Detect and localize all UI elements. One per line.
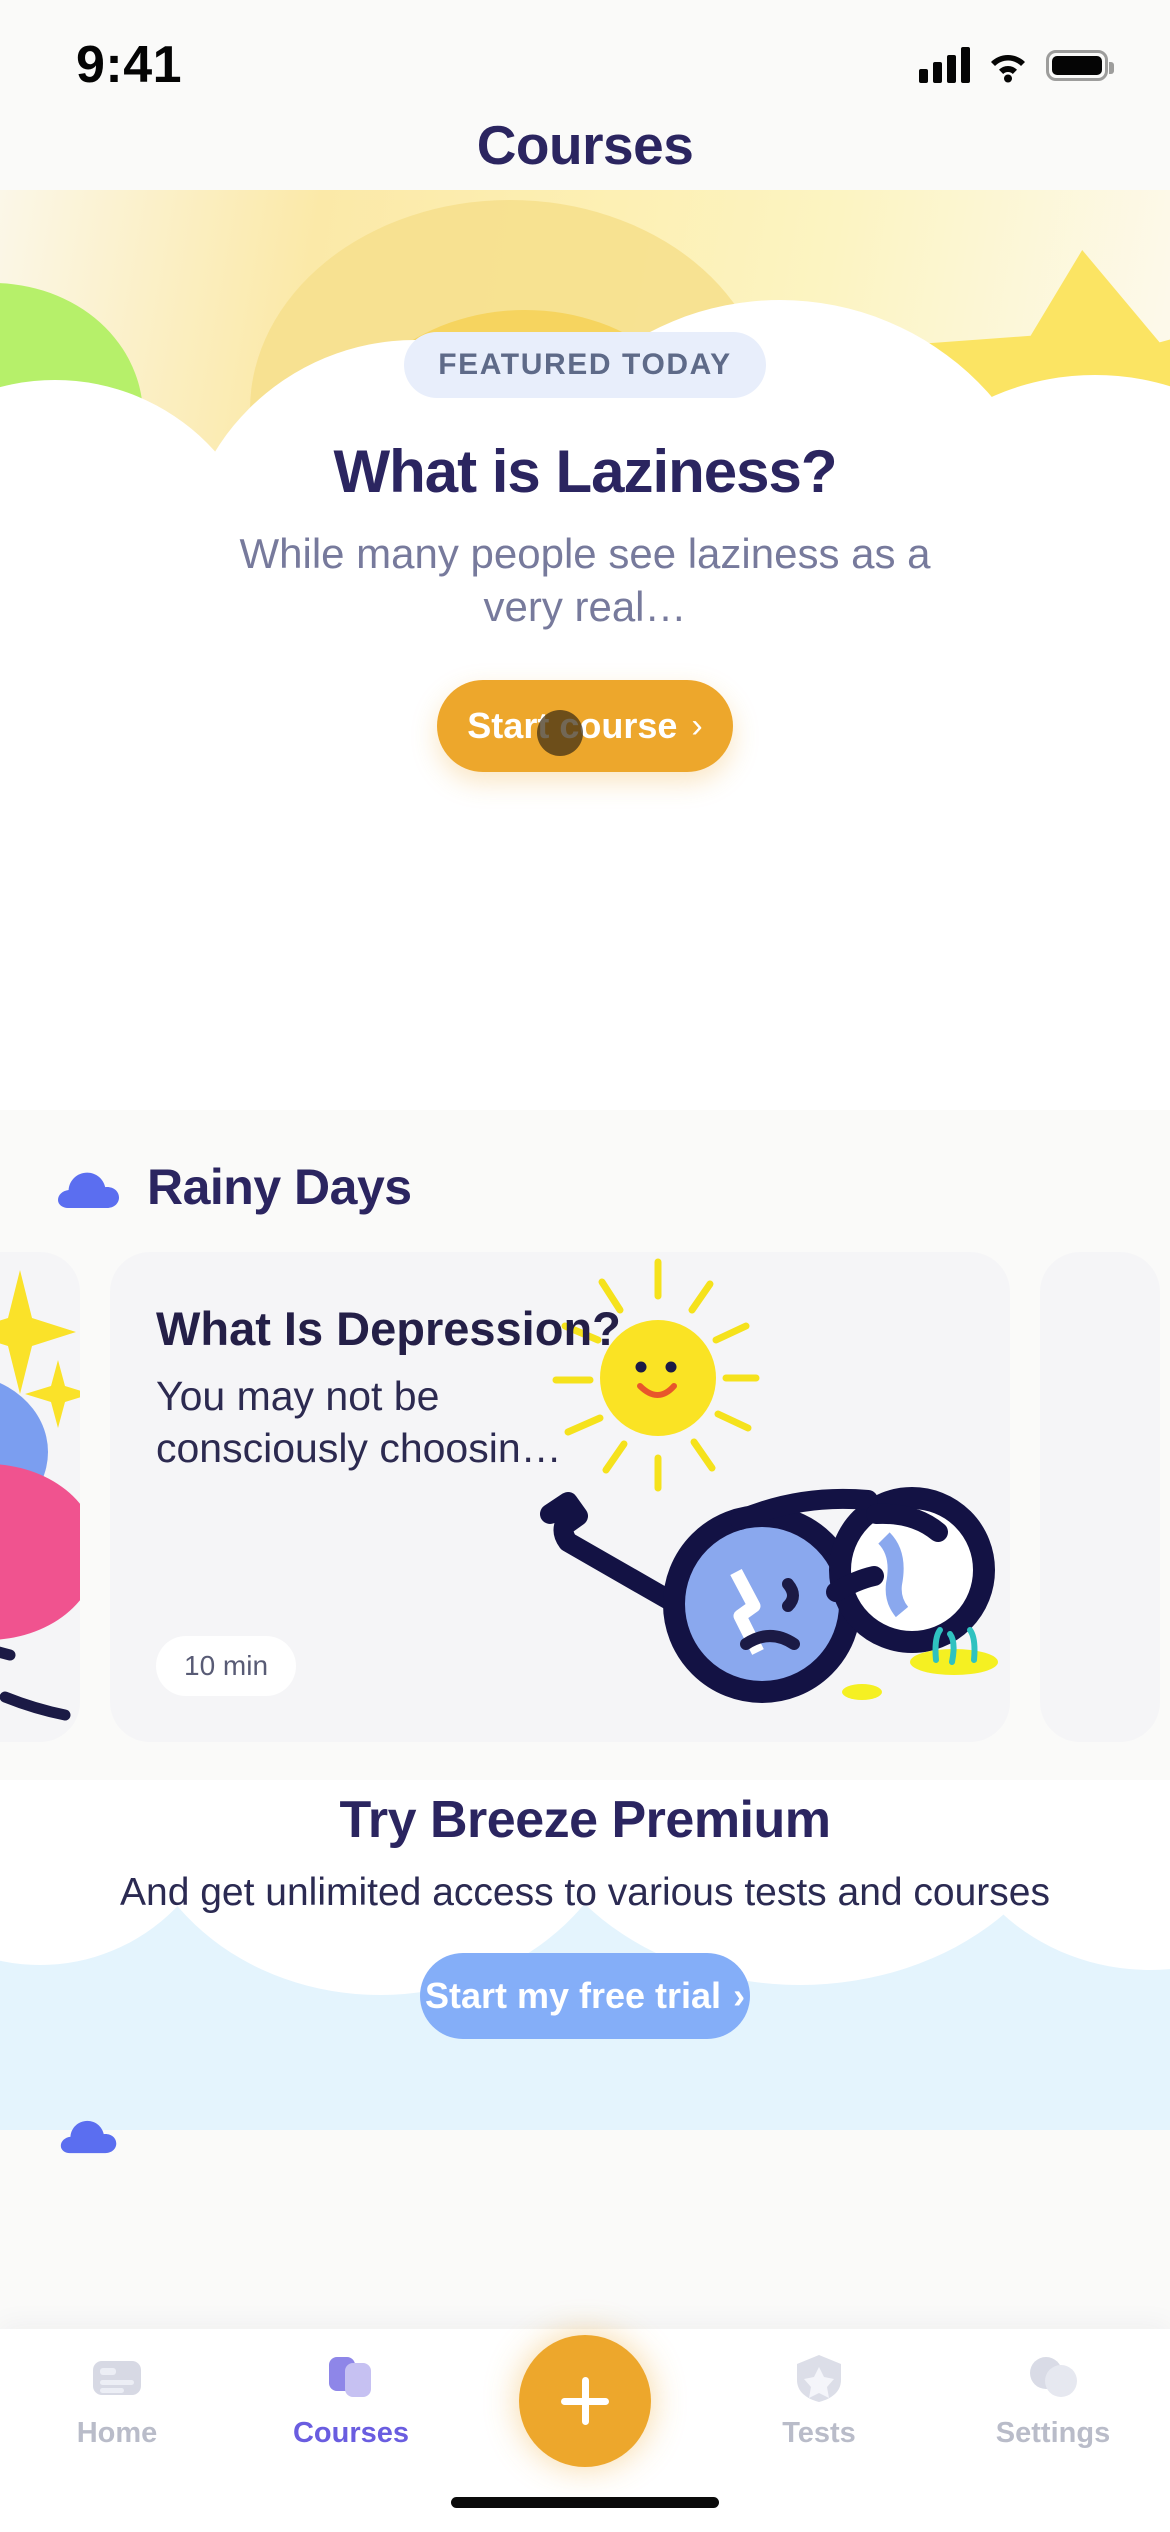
status-indicators [919, 47, 1114, 83]
tab-courses[interactable]: Courses [234, 2351, 468, 2450]
cloud-icon [58, 2114, 120, 2154]
bottom-tab-bar: Home Courses Tests Settings [0, 2329, 1170, 2532]
tab-home-label: Home [76, 2417, 158, 2449]
cellular-signal-icon [919, 47, 970, 83]
cloud-icon [58, 1165, 120, 1209]
course-card-description: You may not be consciously choosin… [156, 1372, 562, 1472]
chevron-right-icon: › [691, 706, 703, 745]
settings-icon [1023, 2351, 1083, 2405]
battery-full-icon [1046, 49, 1114, 81]
home-icon [87, 2351, 147, 2405]
featured-hero-card[interactable]: FEATURED TODAY What is Laziness? While m… [0, 190, 1170, 1110]
tab-home[interactable]: Home [0, 2351, 234, 2450]
section-header-rainy-days: Rainy Days [0, 1110, 1170, 1216]
hero-subtitle: While many people see laziness as a very… [239, 530, 931, 630]
course-card-previous[interactable] [0, 1252, 80, 1742]
premium-subtitle: And get unlimited access to various test… [120, 1871, 1050, 1914]
course-card-title: What Is Depression? [156, 1302, 621, 1355]
premium-title: Try Breeze Premium [339, 1791, 831, 1849]
course-card-next[interactable] [1040, 1252, 1160, 1742]
hero-title: What is Laziness? [333, 438, 837, 505]
status-bar: 9:41 [0, 0, 1170, 100]
wifi-icon [986, 47, 1030, 83]
next-section-peek [0, 2070, 1170, 2154]
scroll-content[interactable]: FEATURED TODAY What is Laziness? While m… [0, 190, 1170, 2532]
start-course-label: Start course [467, 705, 678, 746]
tab-settings-label: Settings [995, 2417, 1111, 2449]
start-free-trial-button[interactable]: Start my free trial › [420, 1952, 750, 2039]
page-header: Courses [0, 100, 1170, 190]
add-button[interactable] [519, 2335, 651, 2467]
course-carousel[interactable]: What Is Depression? You may not be consc… [0, 1252, 1170, 1752]
featured-badge: FEATURED TODAY [404, 332, 766, 398]
app-screen: 9:41 Courses FEATURED TODAY What is Lazi… [0, 0, 1170, 2532]
home-indicator [451, 2497, 719, 2508]
page-title: Courses [476, 114, 694, 176]
start-free-trial-label: Start my free trial [424, 1974, 722, 2016]
chevron-right-icon: › [733, 1974, 746, 2016]
tab-tests[interactable]: Tests [702, 2351, 936, 2450]
tab-settings[interactable]: Settings [936, 2351, 1170, 2450]
course-duration-badge: 10 min [156, 1636, 297, 1696]
previous-card-illustration [0, 1252, 80, 1742]
premium-banner[interactable]: Try Breeze Premium And get unlimited acc… [0, 1780, 1170, 2070]
course-card[interactable]: What Is Depression? You may not be consc… [110, 1252, 1010, 1742]
tab-courses-label: Courses [292, 2417, 410, 2449]
start-course-button[interactable]: Start course › [437, 680, 733, 772]
section-title: Rainy Days [147, 1159, 412, 1215]
tab-tests-label: Tests [782, 2417, 856, 2449]
status-time: 9:41 [76, 36, 183, 94]
courses-icon [321, 2351, 381, 2405]
tests-icon [789, 2351, 849, 2405]
